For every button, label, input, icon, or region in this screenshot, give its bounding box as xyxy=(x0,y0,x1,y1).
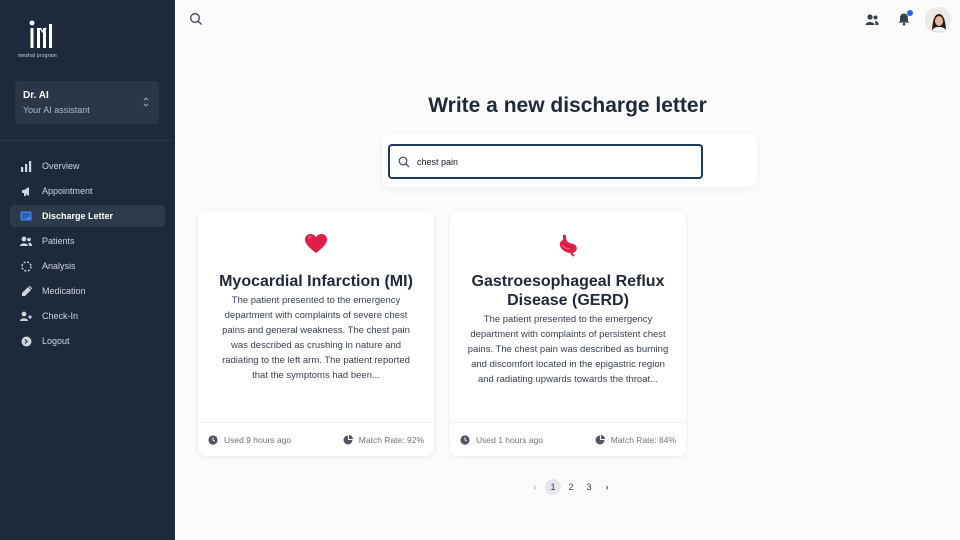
sidebar-item-check-in[interactable]: Check-In xyxy=(10,305,165,327)
logo-mark-icon xyxy=(29,20,52,48)
search-field[interactable] xyxy=(388,144,703,179)
clock-icon xyxy=(208,434,218,445)
avatar[interactable] xyxy=(925,7,951,33)
sidebar-item-label: Patients xyxy=(42,236,75,246)
sidebar-item-medication[interactable]: Medication xyxy=(10,280,165,302)
card-title: Gastroesophageal Reflux Disease (GERD) xyxy=(471,273,665,309)
match-rate: Match Rate: 92% xyxy=(358,434,424,445)
match-rate: Match Rate: 84% xyxy=(610,434,676,445)
page-title: Write a new discharge letter xyxy=(428,94,707,117)
search-icon xyxy=(398,156,410,167)
users-icon xyxy=(20,235,32,247)
result-card-mi[interactable]: Myocardial Infarction (MI) The patient p… xyxy=(198,211,434,456)
card-icon-wrap xyxy=(198,233,434,255)
sidebar-item-logout[interactable]: Logout xyxy=(10,330,165,352)
bar-chart-icon xyxy=(20,160,32,172)
card-used: Used 9 hours ago xyxy=(208,435,291,445)
card-description: The patient presented to the emergency d… xyxy=(467,314,669,385)
users-icon[interactable] xyxy=(865,13,879,27)
brand-logo[interactable]: meshal program xyxy=(18,20,66,64)
letter-icon xyxy=(20,210,32,222)
card-title: Myocardial Infarction (MI) xyxy=(219,273,413,290)
result-card-gerd[interactable]: Gastroesophageal Reflux Disease (GERD) T… xyxy=(450,211,686,456)
sidebar-item-label: Logout xyxy=(42,336,70,346)
brand-name: meshal program xyxy=(18,53,57,59)
card-footer: Used 1 hours ago Match Rate: 84% xyxy=(450,422,686,456)
notification-dot xyxy=(907,10,913,16)
card-used: Used 1 hours ago xyxy=(460,435,543,445)
card-match: Match Rate: 92% xyxy=(343,434,424,445)
pie-chart-icon xyxy=(595,434,605,444)
pie-chart-icon xyxy=(343,434,353,444)
sidebar-item-label: Check-In xyxy=(42,311,79,321)
sidebar-item-patients[interactable]: Patients xyxy=(10,230,165,252)
card-match: Match Rate: 84% xyxy=(595,434,676,445)
search-panel xyxy=(382,134,757,187)
assistant-name: Dr. AI xyxy=(23,90,49,101)
user-plus-icon xyxy=(20,310,32,322)
sidebar-item-label: Appointment xyxy=(42,186,93,196)
syringe-icon xyxy=(20,285,32,297)
sidebar-item-overview[interactable]: Overview xyxy=(10,155,165,177)
heart-icon xyxy=(305,234,327,253)
page-2-button[interactable]: 2 xyxy=(563,479,579,495)
stomach-icon xyxy=(559,235,577,257)
card-icon-wrap xyxy=(450,233,686,257)
card-footer: Used 9 hours ago Match Rate: 92% xyxy=(198,422,434,456)
user-portrait-icon xyxy=(926,8,950,32)
used-time: Used 1 hours ago xyxy=(476,434,544,445)
page-3-button[interactable]: 3 xyxy=(581,479,597,495)
megaphone-icon xyxy=(20,185,32,197)
sidebar-item-label: Discharge Letter xyxy=(42,211,114,221)
clock-icon xyxy=(460,434,470,445)
used-time: Used 9 hours ago xyxy=(224,434,292,445)
sidebar-item-label: Overview xyxy=(42,161,80,171)
sidebar-nav: Overview Appointment Discharge Letter Pa… xyxy=(10,155,165,355)
sidebar-item-analysis[interactable]: Analysis xyxy=(10,255,165,277)
card-description: The patient presented to the emergency d… xyxy=(222,295,410,381)
assistant-selector[interactable]: Dr. AI Your AI assistant xyxy=(15,81,159,124)
logout-icon xyxy=(20,335,32,347)
chevron-up-down-icon xyxy=(143,97,149,107)
dashed-circle-icon xyxy=(20,260,32,272)
sidebar: meshal program Dr. AI Your AI assistant … xyxy=(0,0,175,540)
sidebar-item-discharge-letter[interactable]: Discharge Letter xyxy=(10,205,165,227)
sidebar-divider xyxy=(0,140,175,141)
search-input[interactable] xyxy=(417,156,687,167)
search-icon[interactable] xyxy=(189,12,203,26)
sidebar-item-label: Medication xyxy=(42,286,86,296)
prev-page-button[interactable]: ‹ xyxy=(527,479,543,495)
sidebar-item-label: Analysis xyxy=(42,261,76,271)
next-page-button[interactable]: › xyxy=(599,479,615,495)
pagination: ‹ 1 2 3 › xyxy=(527,479,617,495)
page-1-button[interactable]: 1 xyxy=(545,479,561,495)
assistant-subtitle: Your AI assistant xyxy=(23,105,90,115)
sidebar-item-appointment[interactable]: Appointment xyxy=(10,180,165,202)
